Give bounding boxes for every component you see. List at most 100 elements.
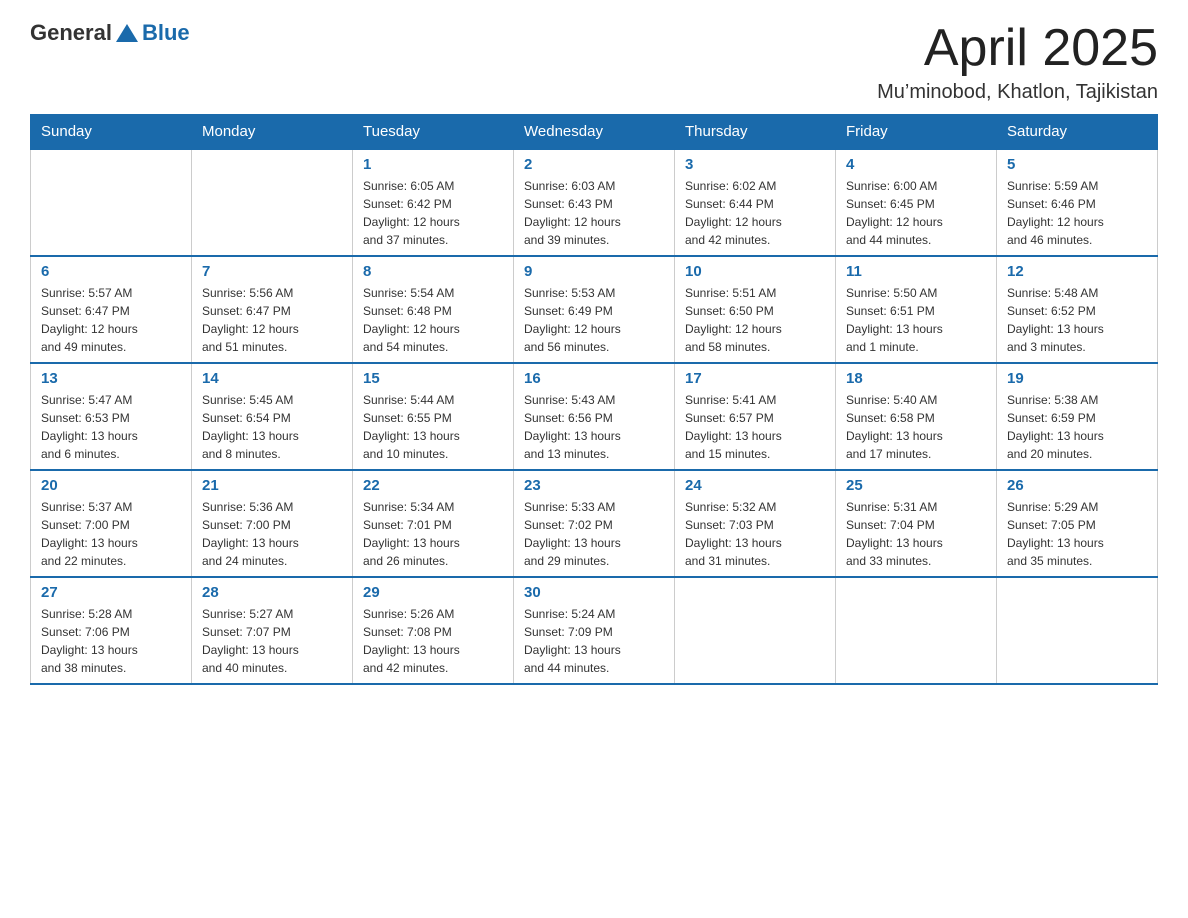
calendar-cell: 20 Sunrise: 5:37 AM Sunset: 7:00 PM Dayli… — [31, 470, 192, 577]
calendar-cell: 12 Sunrise: 5:48 AM Sunset: 6:52 PM Dayli… — [997, 256, 1158, 363]
day-number: 11 — [846, 263, 986, 280]
day-info: Sunrise: 5:40 AM Sunset: 6:58 PM Dayligh… — [846, 391, 986, 463]
day-number: 30 — [524, 584, 664, 601]
calendar-cell: 29 Sunrise: 5:26 AM Sunset: 7:08 PM Dayli… — [353, 577, 514, 684]
calendar-cell: 11 Sunrise: 5:50 AM Sunset: 6:51 PM Dayli… — [836, 256, 997, 363]
calendar-cell: 3Sunrise: 6:02 AM Sunset: 6:44 PM Daylig… — [675, 149, 836, 256]
logo: General Blue — [30, 20, 190, 46]
calendar-cell — [675, 577, 836, 684]
calendar-cell: 22 Sunrise: 5:34 AM Sunset: 7:01 PM Dayli… — [353, 470, 514, 577]
calendar-cell: 24 Sunrise: 5:32 AM Sunset: 7:03 PM Dayli… — [675, 470, 836, 577]
day-number: 26 — [1007, 477, 1147, 494]
page-title: April 2025 — [877, 20, 1158, 77]
day-info: Sunrise: 5:24 AM Sunset: 7:09 PM Dayligh… — [524, 605, 664, 677]
day-number: 28 — [202, 584, 342, 601]
calendar-cell: 18 Sunrise: 5:40 AM Sunset: 6:58 PM Dayli… — [836, 363, 997, 470]
day-number: 21 — [202, 477, 342, 494]
logo-triangle-icon — [116, 22, 138, 44]
title-block: April 2025 Mu’minobod, Khatlon, Tajikist… — [877, 20, 1158, 104]
day-info: Sunrise: 6:02 AM Sunset: 6:44 PM Dayligh… — [685, 177, 825, 249]
calendar-body: 1 Sunrise: 6:05 AM Sunset: 6:42 PM Daylig… — [31, 149, 1158, 684]
day-info: Sunrise: 5:38 AM Sunset: 6:59 PM Dayligh… — [1007, 391, 1147, 463]
day-info: Sunrise: 5:34 AM Sunset: 7:01 PM Dayligh… — [363, 498, 503, 570]
day-info: Sunrise: 5:50 AM Sunset: 6:51 PM Dayligh… — [846, 284, 986, 356]
day-info: Sunrise: 5:51 AM Sunset: 6:50 PM Dayligh… — [685, 284, 825, 356]
day-number: 18 — [846, 370, 986, 387]
calendar-cell: 9 Sunrise: 5:53 AM Sunset: 6:49 PM Daylig… — [514, 256, 675, 363]
day-info: Sunrise: 5:28 AM Sunset: 7:06 PM Dayligh… — [41, 605, 181, 677]
day-number: 1 — [363, 156, 503, 173]
calendar-cell: 14Sunrise: 5:45 AM Sunset: 6:54 PM Dayli… — [192, 363, 353, 470]
day-info: Sunrise: 5:43 AM Sunset: 6:56 PM Dayligh… — [524, 391, 664, 463]
calendar-cell: 15Sunrise: 5:44 AM Sunset: 6:55 PM Dayli… — [353, 363, 514, 470]
col-monday: Monday — [192, 115, 353, 150]
day-info: Sunrise: 6:05 AM Sunset: 6:42 PM Dayligh… — [363, 177, 503, 249]
calendar-week-row: 6 Sunrise: 5:57 AM Sunset: 6:47 PM Daylig… — [31, 256, 1158, 363]
calendar-cell: 10 Sunrise: 5:51 AM Sunset: 6:50 PM Dayli… — [675, 256, 836, 363]
calendar-week-row: 20 Sunrise: 5:37 AM Sunset: 7:00 PM Dayli… — [31, 470, 1158, 577]
calendar-cell — [997, 577, 1158, 684]
calendar-week-row: 27 Sunrise: 5:28 AM Sunset: 7:06 PM Dayli… — [31, 577, 1158, 684]
calendar-cell: 19Sunrise: 5:38 AM Sunset: 6:59 PM Dayli… — [997, 363, 1158, 470]
day-number: 9 — [524, 263, 664, 280]
col-wednesday: Wednesday — [514, 115, 675, 150]
day-info: Sunrise: 6:00 AM Sunset: 6:45 PM Dayligh… — [846, 177, 986, 249]
logo-blue-text: Blue — [142, 20, 190, 46]
calendar-week-row: 1 Sunrise: 6:05 AM Sunset: 6:42 PM Daylig… — [31, 149, 1158, 256]
day-info: Sunrise: 6:03 AM Sunset: 6:43 PM Dayligh… — [524, 177, 664, 249]
calendar-cell — [836, 577, 997, 684]
day-number: 14 — [202, 370, 342, 387]
calendar-cell: 1 Sunrise: 6:05 AM Sunset: 6:42 PM Daylig… — [353, 149, 514, 256]
day-number: 23 — [524, 477, 664, 494]
day-info: Sunrise: 5:41 AM Sunset: 6:57 PM Dayligh… — [685, 391, 825, 463]
day-number: 4 — [846, 156, 986, 173]
day-info: Sunrise: 5:47 AM Sunset: 6:53 PM Dayligh… — [41, 391, 181, 463]
day-info: Sunrise: 5:53 AM Sunset: 6:49 PM Dayligh… — [524, 284, 664, 356]
col-sunday: Sunday — [31, 115, 192, 150]
page-subtitle: Mu’minobod, Khatlon, Tajikistan — [877, 81, 1158, 104]
day-number: 20 — [41, 477, 181, 494]
day-info: Sunrise: 5:59 AM Sunset: 6:46 PM Dayligh… — [1007, 177, 1147, 249]
day-info: Sunrise: 5:48 AM Sunset: 6:52 PM Dayligh… — [1007, 284, 1147, 356]
calendar-cell — [31, 149, 192, 256]
day-number: 6 — [41, 263, 181, 280]
calendar-cell: 4 Sunrise: 6:00 AM Sunset: 6:45 PM Daylig… — [836, 149, 997, 256]
day-number: 29 — [363, 584, 503, 601]
calendar-header: Sunday Monday Tuesday Wednesday Thursday… — [31, 115, 1158, 150]
day-number: 10 — [685, 263, 825, 280]
calendar-cell: 8Sunrise: 5:54 AM Sunset: 6:48 PM Daylig… — [353, 256, 514, 363]
day-number: 12 — [1007, 263, 1147, 280]
logo-general-text: General — [30, 20, 112, 46]
day-info: Sunrise: 5:31 AM Sunset: 7:04 PM Dayligh… — [846, 498, 986, 570]
day-info: Sunrise: 5:56 AM Sunset: 6:47 PM Dayligh… — [202, 284, 342, 356]
calendar-cell: 6 Sunrise: 5:57 AM Sunset: 6:47 PM Daylig… — [31, 256, 192, 363]
day-info: Sunrise: 5:36 AM Sunset: 7:00 PM Dayligh… — [202, 498, 342, 570]
day-info: Sunrise: 5:29 AM Sunset: 7:05 PM Dayligh… — [1007, 498, 1147, 570]
calendar-cell: 13 Sunrise: 5:47 AM Sunset: 6:53 PM Dayli… — [31, 363, 192, 470]
col-tuesday: Tuesday — [353, 115, 514, 150]
calendar-cell: 28Sunrise: 5:27 AM Sunset: 7:07 PM Dayli… — [192, 577, 353, 684]
day-number: 22 — [363, 477, 503, 494]
day-number: 24 — [685, 477, 825, 494]
calendar-cell: 25 Sunrise: 5:31 AM Sunset: 7:04 PM Dayli… — [836, 470, 997, 577]
calendar-cell: 23 Sunrise: 5:33 AM Sunset: 7:02 PM Dayli… — [514, 470, 675, 577]
day-info: Sunrise: 5:32 AM Sunset: 7:03 PM Dayligh… — [685, 498, 825, 570]
day-number: 25 — [846, 477, 986, 494]
calendar-cell: 30 Sunrise: 5:24 AM Sunset: 7:09 PM Dayli… — [514, 577, 675, 684]
day-number: 16 — [524, 370, 664, 387]
day-number: 27 — [41, 584, 181, 601]
col-friday: Friday — [836, 115, 997, 150]
day-number: 5 — [1007, 156, 1147, 173]
day-info: Sunrise: 5:26 AM Sunset: 7:08 PM Dayligh… — [363, 605, 503, 677]
header-row: Sunday Monday Tuesday Wednesday Thursday… — [31, 115, 1158, 150]
calendar-cell: 5 Sunrise: 5:59 AM Sunset: 6:46 PM Daylig… — [997, 149, 1158, 256]
day-info: Sunrise: 5:57 AM Sunset: 6:47 PM Dayligh… — [41, 284, 181, 356]
day-info: Sunrise: 5:37 AM Sunset: 7:00 PM Dayligh… — [41, 498, 181, 570]
calendar-cell: 17Sunrise: 5:41 AM Sunset: 6:57 PM Dayli… — [675, 363, 836, 470]
day-number: 13 — [41, 370, 181, 387]
day-number: 2 — [524, 156, 664, 173]
col-saturday: Saturday — [997, 115, 1158, 150]
calendar-cell: 26 Sunrise: 5:29 AM Sunset: 7:05 PM Dayli… — [997, 470, 1158, 577]
day-info: Sunrise: 5:33 AM Sunset: 7:02 PM Dayligh… — [524, 498, 664, 570]
calendar-cell: 16 Sunrise: 5:43 AM Sunset: 6:56 PM Dayli… — [514, 363, 675, 470]
